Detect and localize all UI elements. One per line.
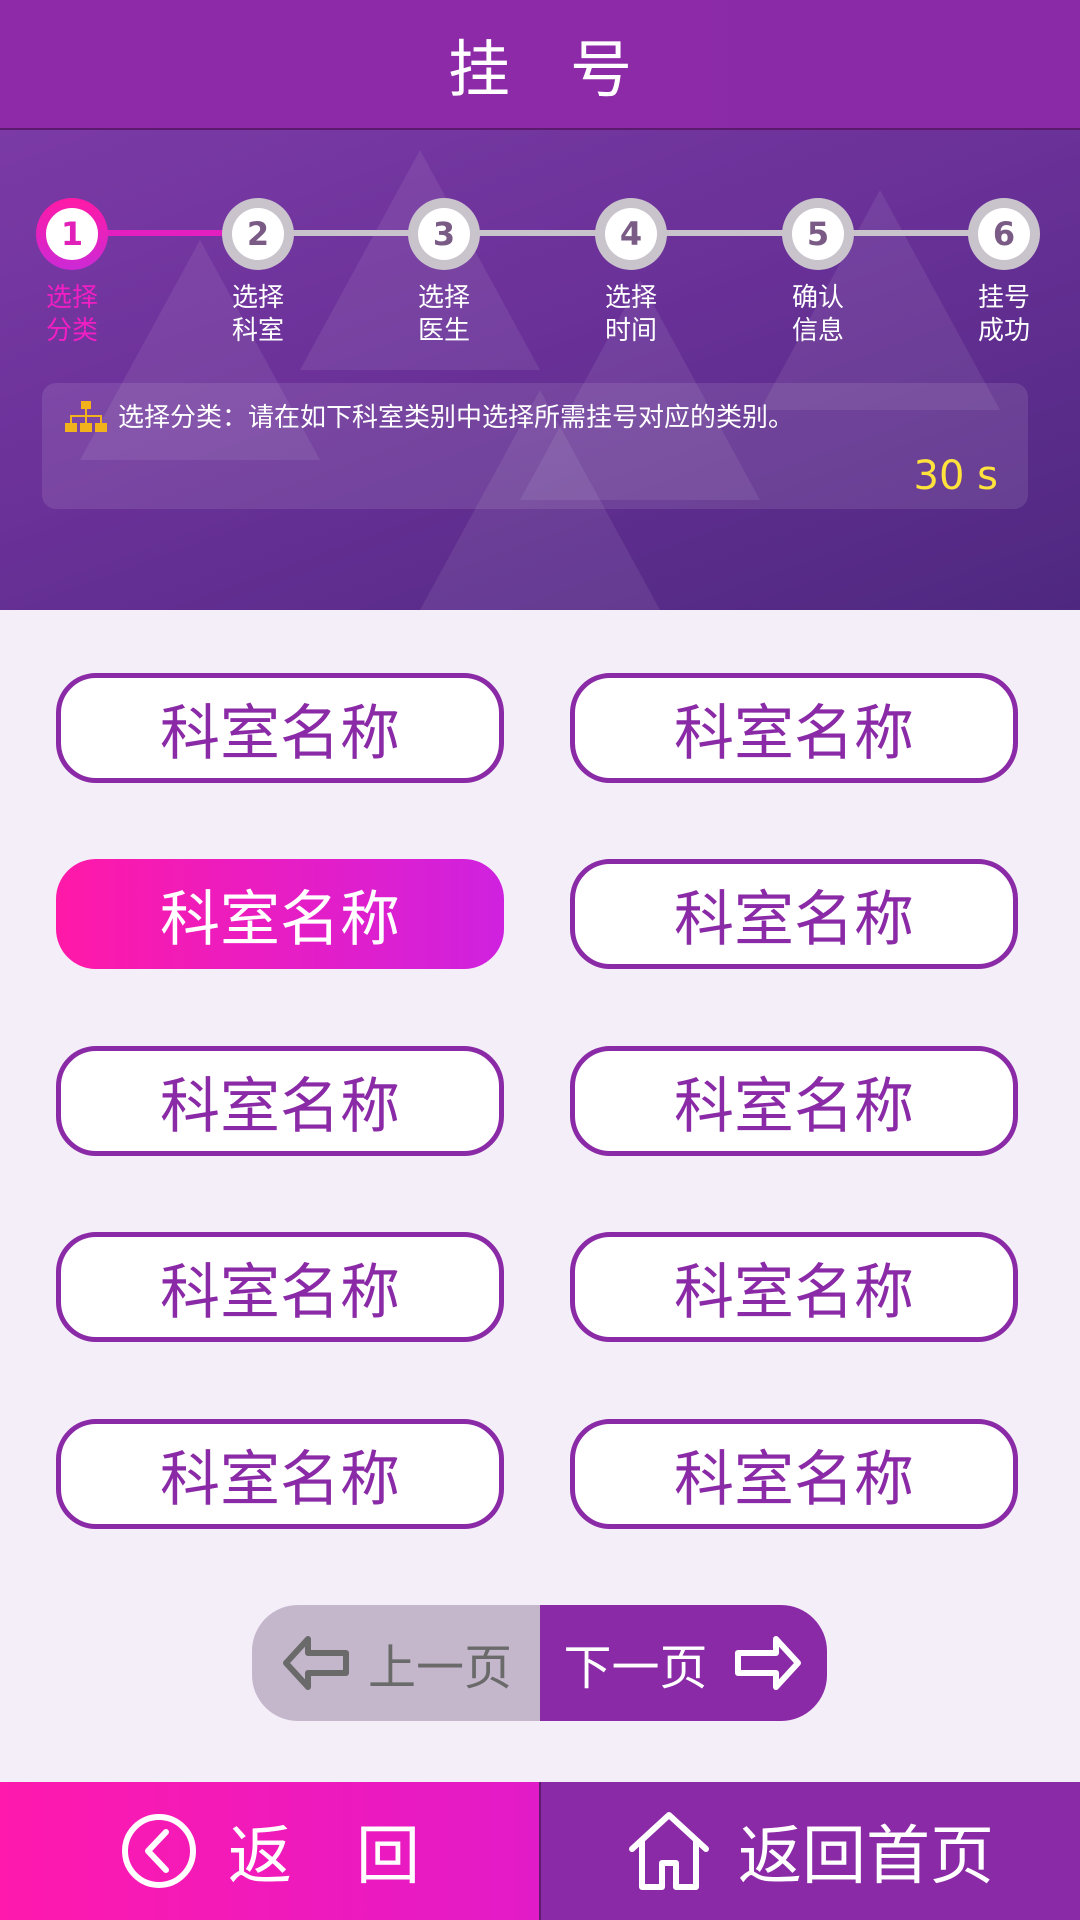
bottom-divider (539, 1782, 541, 1920)
department-button[interactable]: 科室名称 (56, 1046, 504, 1156)
department-button[interactable]: 科室名称 (570, 1419, 1018, 1529)
step-6-circle: 6 (968, 198, 1040, 270)
step-number: 6 (978, 208, 1030, 260)
step-label-line1: 挂号 (977, 283, 1030, 313)
step-2-circle: 2 (222, 198, 294, 270)
info-box: 选择分类：请在如下科室类别中选择所需挂号对应的类别。 30 s (42, 383, 1028, 509)
step-panel: 1 选择 分类 2 选择 科室 3 选择 医生 4 选择 时间 5 确认 信息 6 挂号 成功 选择分类：请在如下… (0, 130, 1080, 610)
step-label-line1: 选择 (417, 283, 470, 313)
org-chart-icon (65, 401, 107, 432)
step-label-line1: 选择 (604, 283, 657, 313)
step-1-circle: 1 (36, 198, 108, 270)
prev-page-label: 上一页 (367, 1640, 512, 1696)
step-3-circle: 3 (408, 198, 480, 270)
back-label: 返 回 (228, 1820, 420, 1894)
step-number: 3 (418, 208, 470, 260)
instruction-text: 选择分类：请在如下科室类别中选择所需挂号对应的类别。 (118, 403, 795, 433)
pager: 上一页 下一页 (252, 1605, 827, 1721)
next-page-button[interactable]: 下一页 (540, 1605, 827, 1721)
step-label-line2: 时间 (604, 316, 657, 346)
step-5-label: 确认 信息 (763, 282, 873, 348)
arrow-left-icon (282, 1636, 349, 1690)
countdown-timer: 30 s (913, 453, 998, 499)
department-button[interactable]: 科室名称 (56, 1232, 504, 1342)
step-label-line1: 确认 (791, 283, 844, 313)
page-title: 挂号 (447, 33, 692, 106)
step-label-line2: 科室 (231, 316, 284, 346)
step-label-line2: 医生 (417, 316, 470, 346)
step-label-line1: 选择 (231, 283, 284, 313)
arrow-right-icon (734, 1636, 801, 1690)
back-circle-icon (122, 1814, 196, 1888)
department-button[interactable]: 科室名称 (56, 1419, 504, 1529)
step-number: 1 (46, 208, 98, 260)
next-page-label: 下一页 (563, 1640, 708, 1696)
step-5-circle: 5 (782, 198, 854, 270)
department-button[interactable]: 科室名称 (570, 1046, 1018, 1156)
step-1-label: 选择 分类 (17, 282, 127, 348)
department-button[interactable]: 科室名称 (570, 673, 1018, 783)
home-icon (629, 1812, 709, 1890)
step-number: 5 (792, 208, 844, 260)
home-button[interactable]: 返回首页 (540, 1782, 1080, 1920)
department-button[interactable]: 科室名称 (570, 1232, 1018, 1342)
step-3-label: 选择 医生 (389, 282, 499, 348)
department-button[interactable]: 科室名称 (56, 673, 504, 783)
step-number: 4 (605, 208, 657, 260)
department-button[interactable]: 科室名称 (570, 859, 1018, 969)
step-label-line1: 选择 (45, 283, 98, 313)
department-button[interactable]: 科室名称 (56, 859, 504, 969)
step-6-label: 挂号 成功 (949, 282, 1059, 348)
prev-page-button[interactable]: 上一页 (252, 1605, 540, 1721)
step-label-line2: 成功 (977, 316, 1030, 346)
home-label: 返回首页 (738, 1820, 994, 1894)
step-number: 2 (232, 208, 284, 260)
back-button[interactable]: 返 回 (0, 1782, 540, 1920)
step-4-circle: 4 (595, 198, 667, 270)
step-2-label: 选择 科室 (203, 282, 313, 348)
step-4-label: 选择 时间 (576, 282, 686, 348)
step-label-line2: 信息 (791, 316, 844, 346)
title-bar: 挂号 (0, 0, 1080, 130)
step-label-line2: 分类 (45, 316, 98, 346)
